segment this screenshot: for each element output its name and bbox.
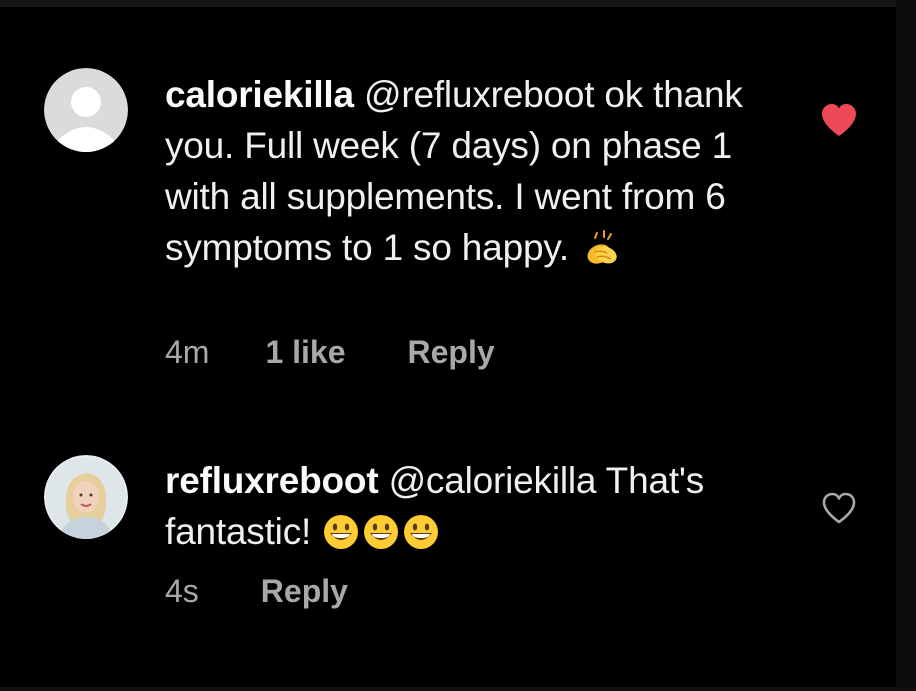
comment-content: refluxreboot @caloriekilla That's fantas… [165,455,795,565]
comment-username[interactable]: refluxreboot [165,460,379,501]
comment-meta: 4s Reply [165,573,348,610]
heart-filled-icon[interactable] [819,102,859,138]
profile-photo[interactable] [44,455,128,539]
comment-likes-count[interactable]: 1 like [265,334,345,371]
reply-button[interactable]: Reply [261,573,348,610]
comment-username[interactable]: caloriekilla [165,74,354,115]
grinning-face-emoji [323,512,441,565]
screen-edge-top [0,0,916,7]
heart-outline-icon[interactable] [819,490,859,526]
comment-time: 4m [165,334,210,370]
screen-edge-right [896,0,916,691]
comment-content: caloriekilla @refluxreboot ok thank you.… [165,69,795,281]
comment-meta: 4m 1 like Reply [165,334,495,371]
reply-button[interactable]: Reply [408,334,495,371]
clapping-hands-emoji [581,230,621,281]
screen-edge-bottom [0,687,916,691]
default-avatar-icon[interactable] [44,68,128,152]
comment-time: 4s [165,573,199,609]
